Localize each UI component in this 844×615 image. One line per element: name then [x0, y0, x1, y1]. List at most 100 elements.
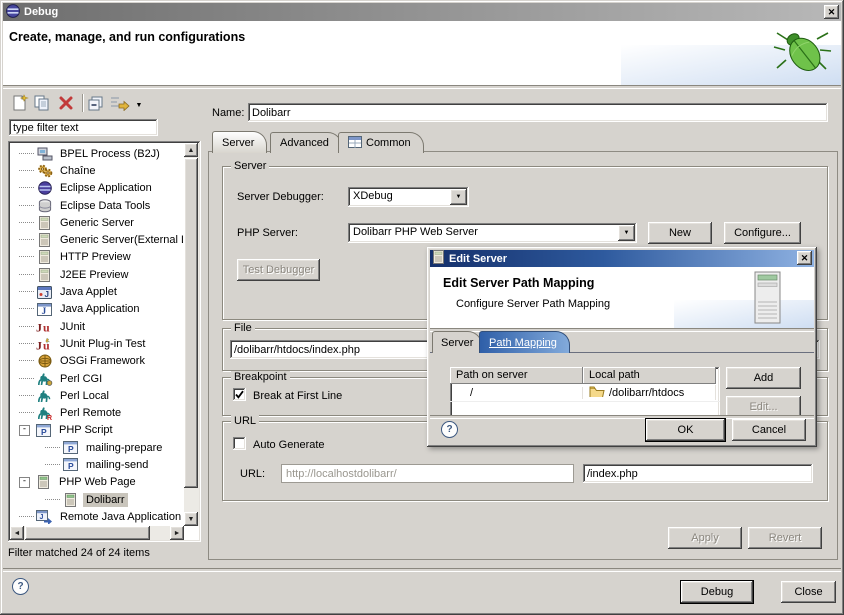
tree-item-j2ee-preview[interactable]: J2EE Preview [10, 266, 183, 283]
tree-guide-line [45, 447, 60, 449]
tree-item-php-web-page[interactable]: -PHP Web Page [10, 474, 183, 491]
tree-item-java-applet[interactable]: JJava Applet [10, 283, 183, 300]
tree-item-cha-ne[interactable]: Chaîne [10, 162, 183, 179]
edit-server-banner: Edit Server Path Mapping Configure Serve… [430, 267, 814, 328]
edit-button-label: Edit... [749, 401, 777, 413]
debug-button[interactable]: Debug [681, 581, 753, 603]
new-configuration-icon[interactable] [10, 93, 30, 113]
close-button[interactable]: Close [781, 581, 836, 603]
cancel-button[interactable]: Cancel [732, 419, 806, 441]
database-icon [36, 198, 53, 214]
tree-item-osgi-framework[interactable]: OSGi Framework [10, 353, 183, 370]
tree-item-junit[interactable]: Ju JUnit [10, 318, 183, 335]
tree-item-junit-plug-in-test[interactable]: JuJUnit Plug-in Test [10, 335, 183, 352]
collapse-expander-icon[interactable]: - [19, 477, 30, 488]
dialog-help-icon[interactable]: ? [441, 421, 458, 438]
help-icon[interactable]: ? [12, 578, 29, 595]
delete-configuration-icon[interactable] [56, 93, 76, 113]
tree-item-perl-cgi[interactable]: Perl CGI [10, 370, 183, 387]
configuration-name-input[interactable] [248, 103, 828, 122]
scroll-up-icon[interactable]: ▲ [184, 143, 198, 157]
tree-item-perl-local[interactable]: Perl Local [10, 387, 183, 404]
add-button-label: Add [754, 372, 774, 384]
tree-item-mailing-prepare[interactable]: Pmailing-prepare [10, 439, 183, 456]
dialog-tab-path-mapping[interactable]: Path Mapping [479, 331, 570, 353]
column-header-path-on-server[interactable]: Path on server [450, 367, 583, 384]
path-on-server-cell: / [450, 387, 583, 399]
scroll-right-icon[interactable]: ► [170, 526, 184, 540]
file-group-title: File [231, 322, 255, 334]
url-path-input[interactable] [583, 464, 813, 483]
eclipse-app-icon [6, 4, 20, 21]
tab-common[interactable]: Common [338, 132, 424, 153]
path-mapping-table[interactable]: Path on serverLocal path //dolibarr/htdo… [450, 367, 720, 416]
auto-generate-checkbox[interactable] [233, 437, 246, 450]
scroll-left-icon[interactable]: ◄ [10, 526, 24, 540]
server-debugger-select[interactable]: XDebug ▼ [348, 187, 469, 207]
tree-item-perl-remote[interactable]: RPerl Remote [10, 404, 183, 421]
horizontal-scroll-thumb[interactable] [25, 526, 150, 540]
tree-item-label: J2EE Preview [57, 268, 131, 282]
tree-item-label: HTTP Preview [57, 250, 134, 264]
sphere-icon [36, 180, 53, 196]
collapse-expander-icon[interactable]: - [19, 425, 30, 436]
window-title: Debug [24, 6, 58, 18]
tree-item-eclipse-application[interactable]: Eclipse Application [10, 180, 183, 197]
junit-icon: Ju [36, 319, 53, 335]
tab-server[interactable]: Server [212, 131, 267, 153]
ok-button-label: OK [678, 424, 694, 436]
filter-input[interactable] [9, 119, 158, 136]
tab-advanced[interactable]: Advanced [270, 132, 342, 153]
tree-item-java-application[interactable]: JJava Application [10, 301, 183, 318]
banner-separator [3, 85, 841, 89]
filter-configurations-icon[interactable] [108, 93, 132, 113]
tree-item-php-script[interactable]: -PPHP Script [10, 422, 183, 439]
add-mapping-button[interactable]: Add [726, 367, 801, 389]
ok-button[interactable]: OK [646, 419, 725, 441]
tree-item-generic-server[interactable]: Generic Server [10, 214, 183, 231]
tree-item-dolibarr[interactable]: Dolibarr [10, 491, 183, 508]
local-path-cell: /dolibarr/htdocs [583, 385, 716, 400]
tree-item-mailing-send[interactable]: Pmailing-send [10, 456, 183, 473]
duplicate-configuration-icon[interactable] [32, 93, 52, 113]
svg-text:P: P [41, 427, 47, 437]
window-close-icon[interactable]: ✕ [824, 5, 839, 19]
tab-common-label: Common [366, 137, 411, 149]
tree-horizontal-scrollbar[interactable]: ◄ ► [10, 526, 184, 540]
scroll-down-icon[interactable]: ▼ [184, 512, 198, 526]
break-first-line-checkbox[interactable] [233, 388, 246, 401]
path-mapping-row[interactable]: //dolibarr/htdocs [450, 384, 720, 402]
filter-menu-chevron-down-icon[interactable]: ▼ [134, 95, 144, 115]
tree-vertical-scrollbar[interactable]: ▲ ▼ [184, 143, 199, 526]
column-header-local-path[interactable]: Local path [583, 367, 716, 384]
tree-item-http-preview[interactable]: HTTP Preview [10, 249, 183, 266]
tree-item-label: Generic Server [57, 216, 137, 230]
tree-item-label: Eclipse Data Tools [57, 199, 153, 213]
svg-text:P: P [68, 461, 74, 471]
new-server-button[interactable]: New [648, 222, 712, 244]
filter-status-text: Filter matched 24 of 24 items [8, 547, 150, 559]
camel-remote-icon: R [36, 405, 53, 421]
header-banner: Create, manage, and run configurations [3, 21, 841, 85]
vertical-scroll-thumb[interactable] [184, 158, 198, 488]
server-icon [36, 215, 53, 231]
tree-item-remote-java-application[interactable]: JRemote Java Application [10, 508, 183, 525]
auto-generate-label: Auto Generate [253, 439, 325, 451]
tree-guide-line [19, 378, 34, 380]
tree-item-label: JUnit [57, 320, 88, 334]
chevron-down-icon[interactable]: ▼ [618, 225, 635, 241]
php-server-select[interactable]: Dolibarr PHP Web Server ▼ [348, 223, 637, 243]
test-debugger-button: Test Debugger [237, 259, 320, 281]
chevron-down-icon[interactable]: ▼ [450, 189, 467, 205]
svg-text:J: J [40, 514, 44, 521]
tree-item-generic-server-external-la[interactable]: Generic Server(External La [10, 231, 183, 248]
dialog-tab-server[interactable]: Server [432, 331, 482, 353]
tree-item-bpel-process-b2j[interactable]: BPEL Process (B2J) [10, 145, 183, 162]
collapse-all-icon[interactable] [86, 93, 106, 113]
edit-server-title: Edit Server [449, 253, 507, 265]
dialog-banner-gradient [674, 300, 814, 328]
dialog-close-icon[interactable]: ✕ [797, 251, 812, 265]
tree-item-eclipse-data-tools[interactable]: Eclipse Data Tools [10, 197, 183, 214]
configure-server-button[interactable]: Configure... [724, 222, 801, 244]
tab-advanced-label: Advanced [280, 137, 329, 149]
